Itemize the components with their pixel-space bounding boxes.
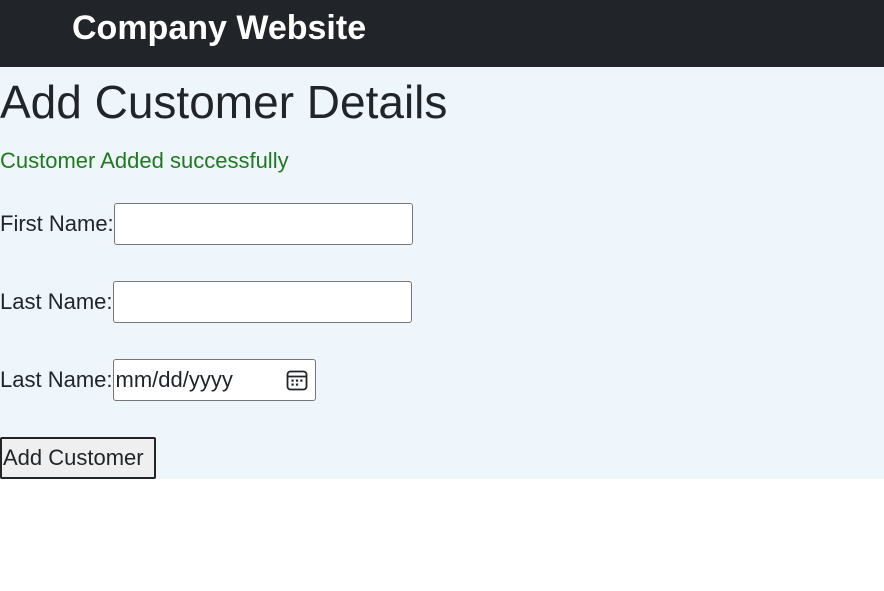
last-name-label: Last Name: (0, 289, 113, 314)
first-name-row: First Name: (0, 203, 413, 245)
calendar-icon[interactable] (285, 368, 309, 392)
top-navbar: Company Website (0, 0, 884, 67)
main-content: Add Customer Details Customer Added succ… (0, 67, 884, 479)
date-label: Last Name: (0, 367, 113, 392)
success-message: Customer Added successfully (0, 148, 289, 173)
first-name-input[interactable] (113, 203, 413, 245)
brand-title[interactable]: Company Website (72, 8, 366, 48)
last-name-input[interactable] (112, 281, 412, 323)
first-name-label: First Name: (0, 211, 114, 236)
date-input[interactable]: mm/dd/yyyy (112, 359, 316, 401)
last-name-row: Last Name: (0, 281, 412, 323)
page-title: Add Customer Details (0, 76, 448, 128)
add-customer-button[interactable]: Add Customer (0, 437, 156, 479)
date-row: Last Name: mm/dd/yyyy (0, 359, 316, 401)
date-placeholder: mm/dd/yyyy (115, 367, 233, 392)
